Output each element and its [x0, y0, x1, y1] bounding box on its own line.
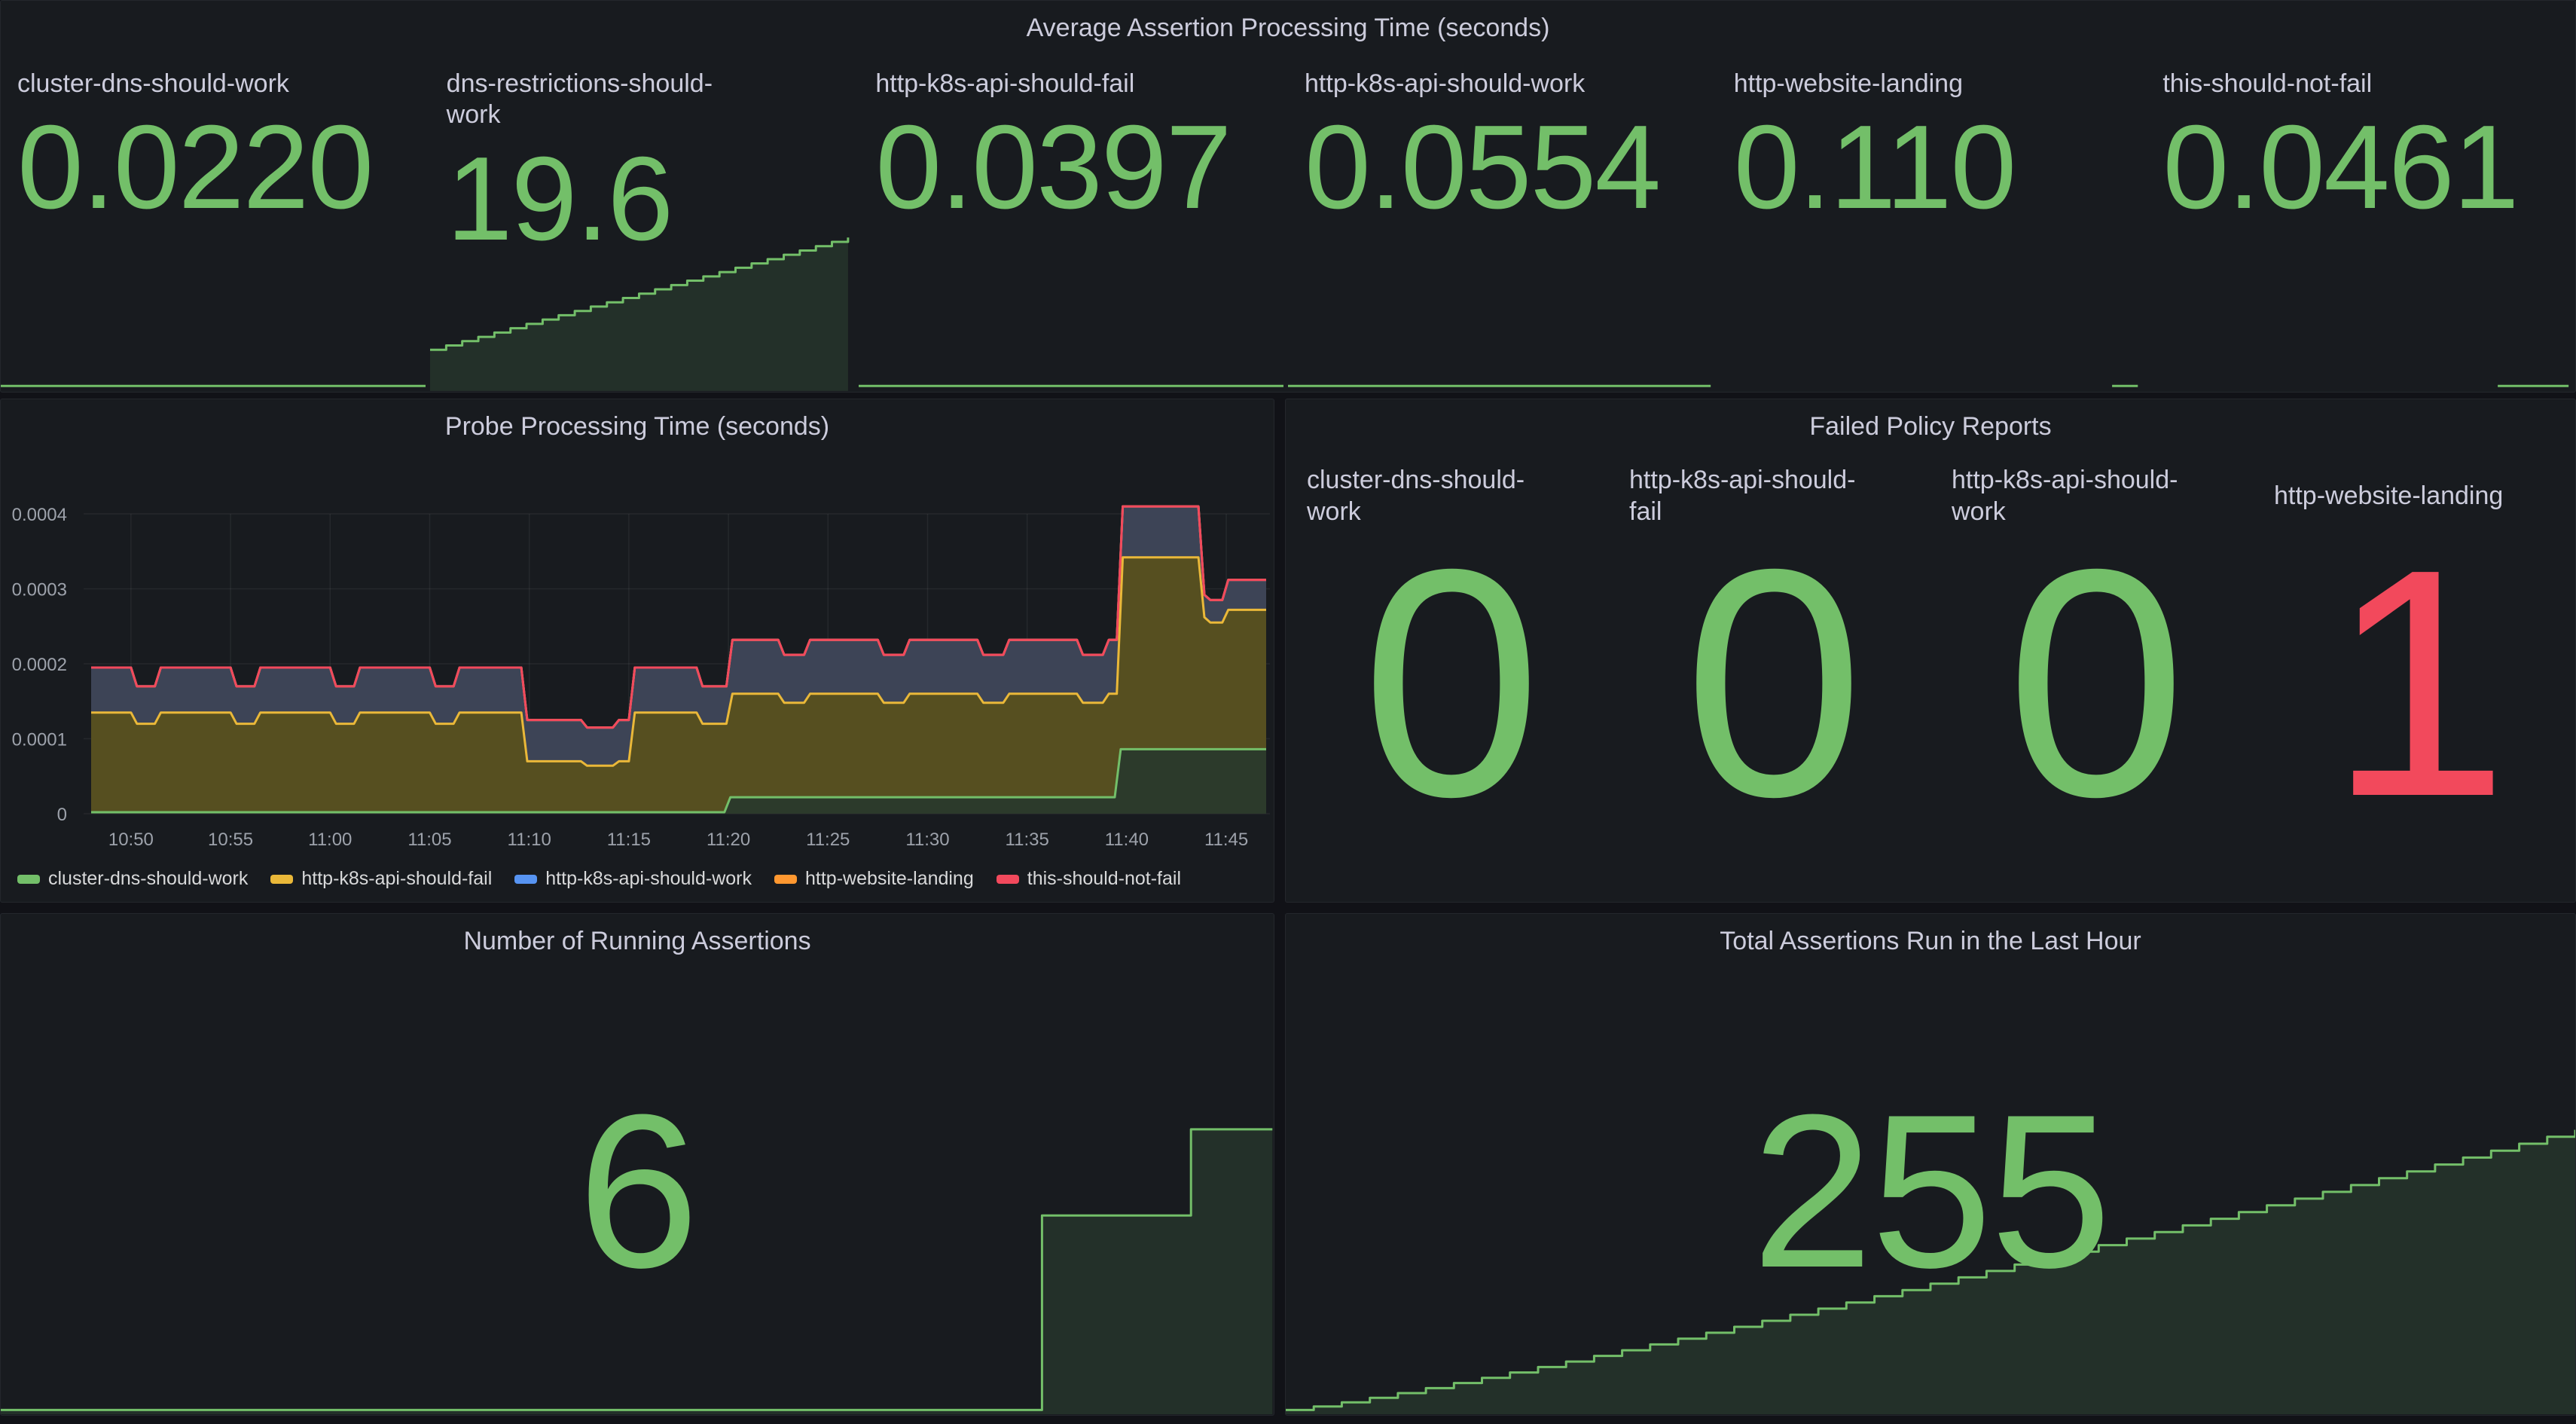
svg-text:11:05: 11:05: [407, 830, 451, 850]
svg-text:0.0004: 0.0004: [12, 505, 67, 525]
svg-text:11:20: 11:20: [707, 830, 750, 850]
stat-value: 0.0461: [2162, 105, 2562, 229]
total-assertions-sparkline: [1286, 914, 2575, 1415]
stat-label: http-k8s-api-should-work: [1305, 69, 1621, 99]
legend-item[interactable]: this-should-not-fail: [997, 868, 1181, 890]
svg-text:0.0001: 0.0001: [12, 730, 67, 750]
failed-stat-cell: cluster-dns-should-work 0: [1286, 449, 1608, 902]
failed-stat-cell: http-k8s-api-should-fail 0: [1608, 449, 1930, 902]
legend-item[interactable]: http-k8s-api-should-fail: [270, 868, 492, 890]
svg-text:0.0002: 0.0002: [12, 655, 67, 675]
stat-label: http-k8s-api-should-fail: [875, 69, 1192, 99]
stat-label: cluster-dns-should-work: [17, 69, 334, 99]
stat-cell: cluster-dns-should-work 0.0220: [1, 47, 430, 392]
svg-text:0.0003: 0.0003: [12, 580, 67, 600]
svg-text:11:10: 11:10: [508, 830, 551, 850]
failed-stat-cell: http-k8s-api-should-work 0: [1930, 449, 2253, 902]
running-assertions-sparkline: [1, 914, 1274, 1415]
svg-text:11:00: 11:00: [308, 830, 352, 850]
failed-stat-value: 0: [1683, 533, 1860, 835]
panel-probe-processing-time: Probe Processing Time (seconds) 00.00010…: [0, 399, 1274, 903]
legend-label: cluster-dns-should-work: [48, 868, 248, 890]
stat-cell: http-website-landing 0.110: [1717, 47, 2147, 392]
svg-text:11:35: 11:35: [1006, 830, 1049, 850]
legend-label: this-should-not-fail: [1027, 868, 1181, 890]
stat-value: 0.0220: [17, 105, 417, 229]
panel-number-of-running-assertions: Number of Running Assertions 6: [0, 913, 1274, 1416]
legend-label: http-website-landing: [805, 868, 974, 890]
stat-cell: this-should-not-fail 0.0461: [2146, 47, 2575, 392]
stat-label: dns-restrictions-should-work: [447, 69, 763, 131]
probe-time-series-chart[interactable]: 0 0.0001 0.0002 0.0003 0.0004 10:50 10:55 11:00…: [1, 443, 1275, 865]
legend-swatch-icon: [514, 875, 537, 884]
panel-total-assertions-last-hour: Total Assertions Run in the Last Hour 25…: [1285, 913, 2576, 1416]
probe-chart-legend: cluster-dns-should-work http-k8s-api-sho…: [17, 868, 1266, 890]
panel-average-assertion-time: Average Assertion Processing Time (secon…: [0, 0, 2576, 393]
stat-cell: dns-restrictions-should-work 19.6: [430, 47, 859, 392]
stat-label: this-should-not-fail: [2162, 69, 2479, 99]
legend-swatch-icon: [774, 875, 797, 884]
panel-title-average-assertion-time[interactable]: Average Assertion Processing Time (secon…: [1, 1, 2575, 44]
legend-item[interactable]: http-website-landing: [774, 868, 974, 890]
svg-text:11:15: 11:15: [607, 830, 651, 850]
legend-item[interactable]: cluster-dns-should-work: [17, 868, 248, 890]
failed-stat-value: 0: [1361, 533, 1538, 835]
svg-text:10:55: 10:55: [208, 830, 253, 850]
stat-cell: http-k8s-api-should-fail 0.0397: [859, 47, 1288, 392]
failed-stat-cell: http-website-landing 1: [2253, 449, 2575, 902]
svg-text:11:40: 11:40: [1105, 830, 1149, 850]
svg-text:11:25: 11:25: [806, 830, 850, 850]
failed-stat-value: 1: [2328, 533, 2505, 835]
stat-value: 0.110: [1734, 105, 2133, 229]
legend-item[interactable]: http-k8s-api-should-work: [514, 868, 752, 890]
legend-label: http-k8s-api-should-fail: [301, 868, 492, 890]
legend-swatch-icon: [270, 875, 293, 884]
legend-swatch-icon: [17, 875, 40, 884]
stat-value: 19.6: [447, 137, 846, 261]
panel-title-failed-policy-reports[interactable]: Failed Policy Reports: [1286, 399, 2575, 442]
svg-text:10:50: 10:50: [108, 830, 154, 850]
failed-stat-value: 0: [2006, 533, 2183, 835]
legend-swatch-icon: [997, 875, 1019, 884]
stat-value: 0.0554: [1305, 105, 1704, 229]
svg-text:0: 0: [57, 805, 67, 825]
svg-text:11:30: 11:30: [905, 830, 949, 850]
stat-row: cluster-dns-should-work 0.0220 dns-restr…: [1, 47, 2575, 392]
panel-title-probe-processing-time[interactable]: Probe Processing Time (seconds): [1, 399, 1274, 442]
stat-cell: http-k8s-api-should-work 0.0554: [1288, 47, 1717, 392]
stat-label: http-website-landing: [1734, 69, 2050, 99]
svg-text:11:45: 11:45: [1204, 830, 1248, 850]
legend-label: http-k8s-api-should-work: [545, 868, 752, 890]
grafana-dashboard: Average Assertion Processing Time (secon…: [0, 0, 2576, 1424]
panel-failed-policy-reports: Failed Policy Reports cluster-dns-should…: [1285, 399, 2576, 903]
failed-stats-row: cluster-dns-should-work 0 http-k8s-api-s…: [1286, 449, 2575, 902]
stat-value: 0.0397: [875, 105, 1274, 229]
